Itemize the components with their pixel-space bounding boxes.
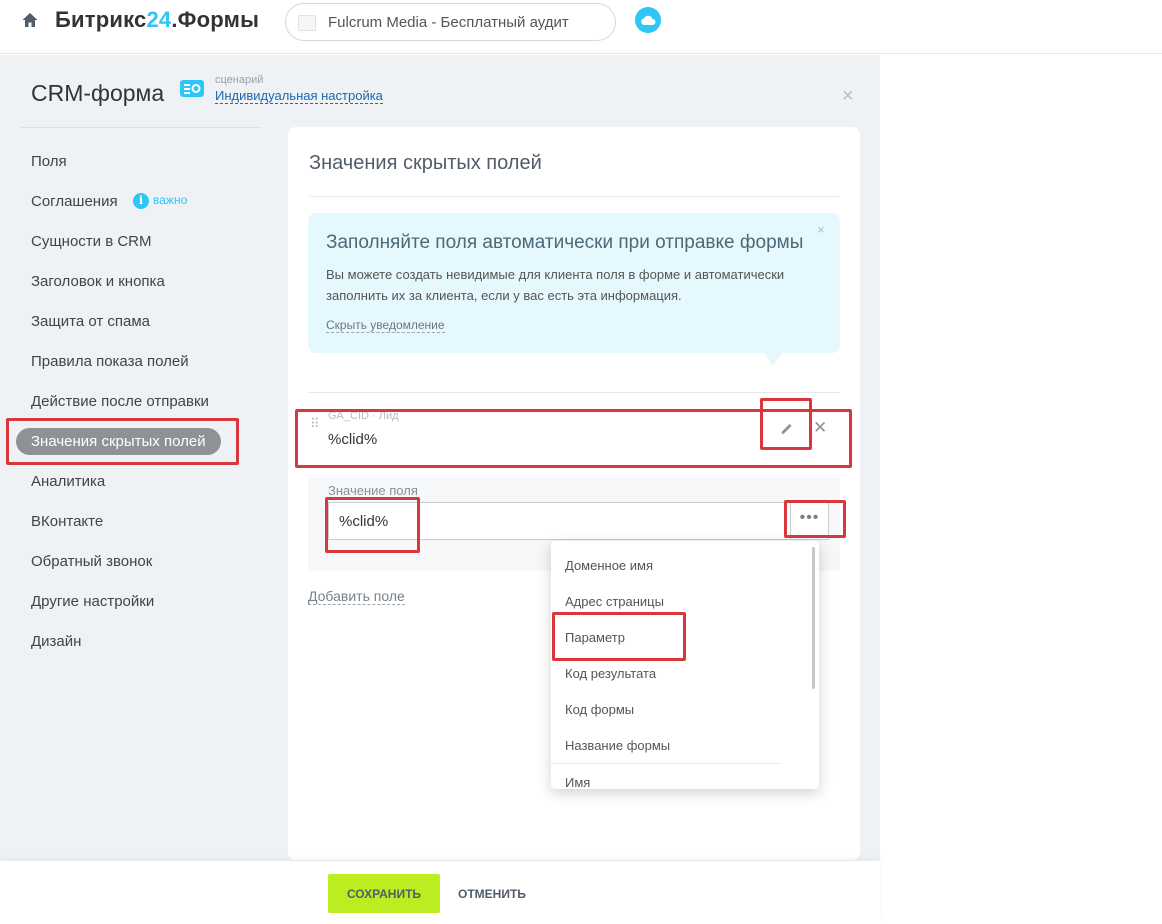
sidebar-item-analytics[interactable]: Аналитика <box>31 473 105 490</box>
sidebar-divider <box>20 127 261 128</box>
site-selector[interactable]: Fulcrum Media - Бесплатный аудит <box>285 3 616 41</box>
cloud-icon[interactable] <box>635 7 661 33</box>
sidebar-item-vkontakte[interactable]: ВКонтакте <box>31 513 103 530</box>
sidebar-item-other-settings[interactable]: Другие настройки <box>31 593 154 610</box>
title-divider <box>309 196 839 197</box>
brand-main: Битрикс <box>55 7 147 32</box>
page-title: Значения скрытых полей <box>309 152 542 174</box>
hide-notice-link[interactable]: Скрыть уведомление <box>326 318 445 333</box>
field-value-input[interactable] <box>328 502 790 540</box>
sidebar-item-design[interactable]: Дизайн <box>31 633 81 650</box>
brand-logo[interactable]: Битрикс24.Формы <box>55 7 259 33</box>
home-icon[interactable] <box>21 11 39 29</box>
more-options-button[interactable]: ••• <box>790 502 829 540</box>
important-label[interactable]: важно <box>153 193 187 207</box>
top-bar: Битрикс24.Формы Fulcrum Media - Бесплатн… <box>0 0 1162 54</box>
sidebar-item-callback[interactable]: Обратный звонок <box>31 553 152 570</box>
add-field-link[interactable]: Добавить поле <box>308 588 405 605</box>
notice-close-icon[interactable]: × <box>817 222 825 237</box>
dropdown-item-page-url[interactable]: Адрес страницы <box>565 594 664 609</box>
delete-icon[interactable]: ✕ <box>813 418 827 438</box>
brand-number: 24 <box>146 7 172 32</box>
sidebar-item-spam-protection[interactable]: Защита от спама <box>31 313 150 330</box>
footer-bar <box>0 860 880 924</box>
sidebar-item-field-rules[interactable]: Правила показа полей <box>31 353 189 370</box>
sidebar-item-header-button[interactable]: Заголовок и кнопка <box>31 273 165 290</box>
dropdown-item-name[interactable]: Имя <box>565 775 590 789</box>
dropdown-divider <box>551 763 781 764</box>
field-divider <box>308 392 840 393</box>
sidebar-item-fields[interactable]: Поля <box>31 153 67 170</box>
drag-handle-icon[interactable]: ⠿ <box>310 417 319 430</box>
dropdown-item-form-code[interactable]: Код формы <box>565 702 634 717</box>
notice-title: Заполняйте поля автоматически при отправ… <box>326 232 804 253</box>
notice-text: Вы можете создать невидимые для клиента … <box>326 267 785 303</box>
sidebar-item-crm-entities[interactable]: Сущности в CRM <box>31 233 152 250</box>
sidebar-item-agreements[interactable]: Соглашения <box>31 193 118 210</box>
value-label: Значение поля <box>328 483 418 498</box>
dropdown-item-result-code[interactable]: Код результата <box>565 666 656 681</box>
cancel-button[interactable]: ОТМЕНИТЬ <box>450 874 534 913</box>
dropdown-item-parameter[interactable]: Параметр <box>565 630 625 645</box>
brand-suffix: .Формы <box>171 7 260 32</box>
dropdown-item-domain[interactable]: Доменное имя <box>565 558 653 573</box>
scenario-link[interactable]: Индивидуальная настройка <box>215 88 383 104</box>
field-caption: GA_CID · Лид <box>328 410 399 422</box>
notice-pointer <box>762 350 784 366</box>
info-icon[interactable]: i <box>133 193 149 209</box>
close-icon[interactable]: × <box>842 85 854 108</box>
variables-dropdown: Доменное имя Адрес страницы Параметр Код… <box>551 541 819 789</box>
scenario-caption: сценарий <box>215 74 264 86</box>
save-button[interactable]: СОХРАНИТЬ <box>328 874 440 913</box>
dropdown-item-form-name[interactable]: Название формы <box>565 738 670 753</box>
site-title: Fulcrum Media - Бесплатный аудит <box>328 14 569 31</box>
site-thumb-icon <box>298 15 316 31</box>
scenario-icon[interactable] <box>180 80 204 97</box>
pencil-icon[interactable] <box>779 420 795 436</box>
sidebar-item-after-submit[interactable]: Действие после отправки <box>31 393 209 410</box>
sidebar-item-hidden-fields[interactable]: Значения скрытых полей <box>16 428 221 455</box>
field-value: %clid% <box>328 431 378 448</box>
dropdown-scrollbar[interactable] <box>812 547 815 689</box>
panel-title: CRM-форма <box>31 80 165 106</box>
